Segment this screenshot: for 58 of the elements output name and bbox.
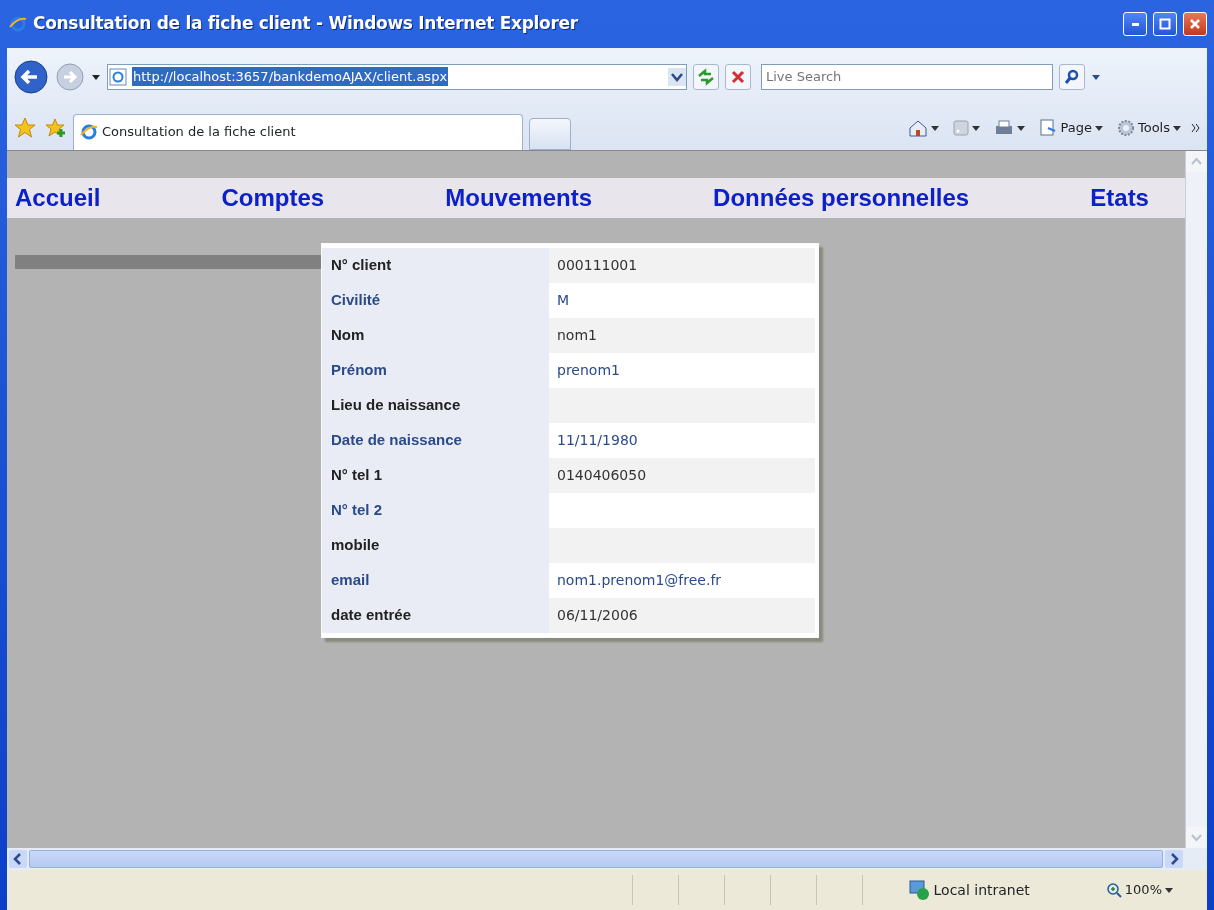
dropdown-arrow-icon (972, 123, 981, 132)
minimize-icon (1131, 22, 1139, 26)
close-icon (1189, 18, 1201, 30)
scroll-left-icon[interactable] (9, 850, 27, 868)
refresh-button[interactable] (693, 63, 719, 90)
dropdown-arrow-icon (1094, 123, 1103, 132)
nav-link[interactable]: Données personnelles (713, 180, 970, 216)
zoom-button[interactable]: 100% (1101, 880, 1177, 900)
nav-link[interactable]: Etats (1090, 180, 1149, 216)
field-label: Date de naissance (322, 423, 549, 458)
field-label: N° tel 2 (322, 493, 549, 528)
page-icon (1039, 118, 1058, 137)
refresh-icon (697, 67, 715, 86)
window-title: Consultation de la fiche client - Windows Internet Explorer (33, 12, 579, 36)
dropdown-arrow-icon (1165, 886, 1173, 894)
search-field[interactable]: Live Search (761, 63, 1053, 90)
minimize-button[interactable] (1123, 12, 1147, 36)
dropdown-arrow-icon (931, 123, 940, 132)
nav-link[interactable]: Mouvements (445, 180, 592, 216)
field-value: nom1 (549, 318, 815, 353)
chevron-icon[interactable] (1191, 122, 1201, 133)
ie-page-icon (108, 67, 128, 86)
maximize-button[interactable] (1153, 12, 1177, 36)
scroll-right-icon[interactable] (1165, 850, 1183, 868)
close-button[interactable] (1183, 12, 1207, 36)
dropdown-arrow-icon (1017, 123, 1026, 132)
back-button[interactable] (13, 58, 49, 95)
field-label: Prénom (322, 353, 549, 388)
browser-tab[interactable]: Consultation de la fiche client (73, 113, 523, 150)
stop-icon (731, 69, 745, 84)
address-field[interactable]: http://localhost:3657/bankdemoAJAX/client.aspx (107, 63, 687, 90)
ie-logo-icon (9, 15, 27, 33)
field-label: mobile (322, 528, 549, 563)
field-label: Lieu de naissance (322, 388, 549, 423)
zone-label: Local intranet (933, 880, 1030, 900)
stop-button[interactable] (725, 63, 751, 90)
favorites-star-icon[interactable] (13, 115, 37, 140)
search-icon (1064, 68, 1080, 85)
zoom-icon (1105, 882, 1122, 898)
page-button[interactable]: Page (1035, 117, 1107, 138)
nav-link[interactable]: Accueil (15, 180, 101, 216)
dropdown-arrow-icon (1173, 123, 1181, 132)
field-label: Nom (322, 318, 549, 353)
maximize-icon (1159, 18, 1171, 30)
tools-button[interactable]: Tools (1112, 117, 1185, 138)
field-value: 06/11/2006 (549, 598, 815, 633)
search-button[interactable] (1059, 63, 1085, 90)
field-value: 000111001 (549, 248, 815, 283)
ie-logo-icon (80, 123, 98, 141)
gear-icon (1116, 118, 1135, 137)
field-label: Civilité (322, 283, 549, 318)
nav-link[interactable]: Comptes (221, 180, 325, 216)
field-value: 0140406050 (549, 458, 815, 493)
field-label: email (322, 563, 549, 598)
field-label: date entrée (322, 598, 549, 633)
field-label: N° client (322, 248, 549, 283)
scrollbar-thumb[interactable] (29, 850, 1163, 868)
field-label: N° tel 1 (322, 458, 549, 493)
